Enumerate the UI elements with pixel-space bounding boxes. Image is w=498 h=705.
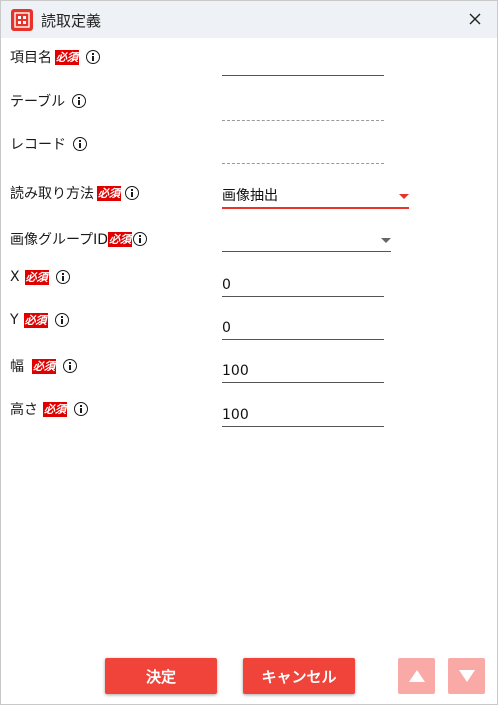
info-icon[interactable] bbox=[133, 232, 148, 246]
width-input[interactable]: 100 bbox=[222, 360, 384, 383]
info-icon[interactable] bbox=[54, 313, 69, 327]
record-label: レコード bbox=[10, 137, 66, 153]
info-icon[interactable] bbox=[86, 50, 100, 64]
info-icon[interactable] bbox=[74, 402, 88, 416]
image-group-id-select[interactable] bbox=[222, 229, 391, 252]
height-label: 高さ bbox=[10, 402, 38, 418]
table-label: テーブル bbox=[10, 94, 66, 110]
info-icon[interactable] bbox=[55, 270, 70, 284]
item-name-label: 項目名 bbox=[10, 50, 52, 66]
required-badge: 必須 bbox=[43, 401, 67, 417]
dialog-window: 読取定義 項目名 必須 テーブル レコード 読み取り方法 必須 画像抽出 画像グ… bbox=[0, 0, 498, 705]
move-up-button[interactable] bbox=[398, 658, 435, 694]
table-row: テーブル bbox=[10, 91, 87, 111]
x-input[interactable]: 0 bbox=[222, 274, 384, 297]
width-label: 幅 bbox=[10, 359, 24, 375]
required-badge: 必須 bbox=[55, 49, 79, 65]
title-bar: 読取定義 bbox=[1, 1, 497, 38]
required-badge: 必須 bbox=[32, 358, 56, 374]
arrow-up-icon bbox=[408, 670, 425, 682]
record-row: レコード bbox=[10, 134, 87, 154]
x-label: X bbox=[10, 269, 20, 285]
read-method-label: 読み取り方法 bbox=[10, 186, 94, 202]
info-icon[interactable] bbox=[63, 359, 77, 373]
image-group-id-row: 画像グループID 必須 bbox=[10, 229, 148, 249]
required-badge: 必須 bbox=[23, 312, 48, 328]
height-row: 高さ 必須 bbox=[10, 399, 88, 419]
y-label: Y bbox=[10, 312, 19, 328]
width-row: 幅 必須 bbox=[10, 356, 77, 376]
height-input[interactable]: 100 bbox=[222, 404, 384, 427]
required-badge: 必須 bbox=[108, 231, 133, 247]
item-name-input[interactable] bbox=[222, 53, 384, 76]
required-badge: 必須 bbox=[97, 185, 121, 201]
dropdown-caret-icon bbox=[399, 194, 409, 199]
arrow-down-icon bbox=[458, 670, 475, 682]
record-input bbox=[222, 141, 384, 164]
move-down-button[interactable] bbox=[448, 658, 485, 694]
dropdown-caret-icon bbox=[381, 238, 391, 243]
y-row: Y 必須 bbox=[10, 312, 69, 328]
table-input bbox=[222, 98, 384, 121]
image-group-id-label: 画像グループID bbox=[10, 232, 109, 248]
info-icon[interactable] bbox=[73, 137, 87, 151]
item-name-row: 項目名 必須 bbox=[10, 47, 100, 67]
window-title: 読取定義 bbox=[41, 12, 102, 30]
cancel-button[interactable]: キャンセル bbox=[243, 658, 355, 694]
app-logo-icon bbox=[11, 9, 33, 31]
close-button[interactable] bbox=[461, 5, 489, 33]
info-icon[interactable] bbox=[125, 186, 139, 200]
ok-button[interactable]: 決定 bbox=[105, 658, 217, 694]
x-row: X 必須 bbox=[10, 269, 70, 285]
y-input[interactable]: 0 bbox=[222, 317, 384, 340]
read-method-select[interactable]: 画像抽出 bbox=[222, 185, 409, 209]
close-icon bbox=[469, 13, 481, 25]
read-method-value: 画像抽出 bbox=[222, 188, 278, 204]
required-badge: 必須 bbox=[24, 269, 49, 285]
info-icon[interactable] bbox=[72, 94, 87, 108]
read-method-row: 読み取り方法 必須 bbox=[10, 183, 139, 203]
